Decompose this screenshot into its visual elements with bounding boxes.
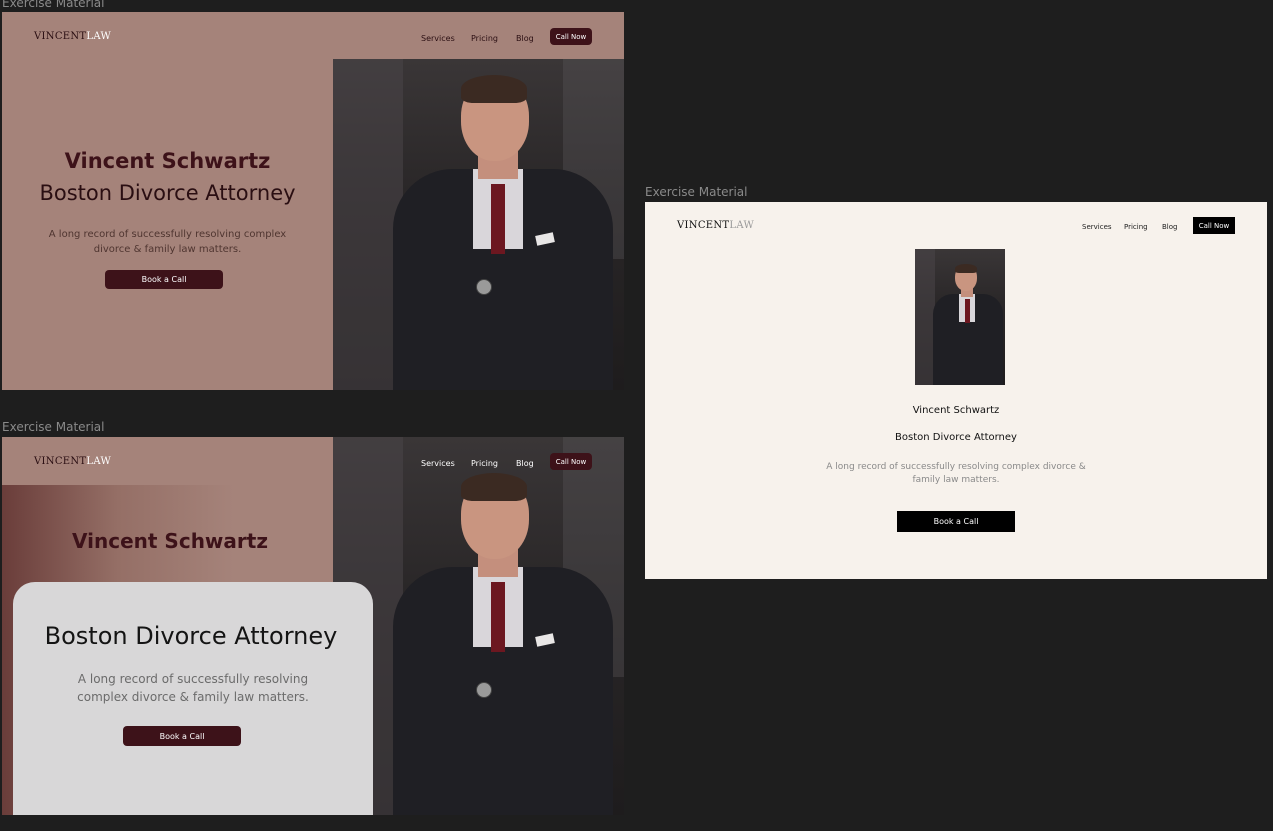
frame-hero-minimal: VINCENTLAW Services Pricing Blog Call No… (645, 202, 1267, 579)
hero-tagline-line: complex divorce & family law matters. (77, 690, 309, 704)
nav-blog[interactable]: Blog (1162, 223, 1177, 231)
logo[interactable]: VINCENTLAW (34, 456, 111, 467)
hero-title: Boston Divorce Attorney (39, 181, 296, 205)
hero-name: Vincent Schwartz (64, 149, 271, 173)
frame-hero-card: VINCENTLAW Services Pricing Blog Call No… (2, 437, 624, 815)
book-call-button[interactable]: Book a Call (105, 270, 223, 289)
call-now-button[interactable]: Call Now (550, 28, 592, 45)
book-call-button[interactable]: Book a Call (123, 726, 241, 746)
frame-label: Exercise Material (645, 185, 748, 199)
logo[interactable]: VINCENTLAW (677, 220, 754, 231)
frame-label: Exercise Material (2, 420, 105, 434)
logo-light: LAW (86, 31, 112, 42)
hero-tagline-line: A long record of successfully resolving (77, 672, 309, 686)
frame-hero-split: VINCENTLAW Services Pricing Blog Call No… (2, 12, 624, 390)
nav-pricing[interactable]: Pricing (471, 34, 498, 43)
nav-blog[interactable]: Blog (516, 34, 534, 43)
logo-bold: VINCENT (677, 220, 730, 231)
hero-tagline: A long record of successfully resolving … (645, 461, 1267, 487)
logo-bold: VINCENT (34, 456, 87, 467)
nav-blog[interactable]: Blog (516, 459, 534, 468)
attorney-photo (333, 59, 624, 390)
hero-tagline: A long record of successfully resolving … (13, 670, 373, 706)
hero-tagline-line: divorce & family law matters. (93, 244, 242, 255)
hero-name: Vincent Schwartz (72, 529, 268, 553)
hero-title: Boston Divorce Attorney (44, 622, 338, 650)
nav-pricing[interactable]: Pricing (471, 459, 498, 468)
logo[interactable]: VINCENTLAW (34, 31, 111, 42)
hero-tagline-line: A long record of successfully resolving … (48, 229, 287, 240)
logo-light: LAW (86, 456, 112, 467)
nav-pricing[interactable]: Pricing (1124, 223, 1148, 231)
hero-tagline-line: A long record of successfully resolving … (826, 462, 1086, 472)
hero-tagline: A long record of successfully resolving … (2, 227, 333, 257)
hero-title: Boston Divorce Attorney (895, 432, 1017, 443)
hero-card: Boston Divorce Attorney A long record of… (13, 582, 373, 815)
hero-name: Vincent Schwartz (912, 405, 1000, 416)
attorney-photo (915, 249, 1005, 385)
attorney-photo (333, 437, 624, 815)
logo-light: LAW (729, 220, 755, 231)
call-now-button[interactable]: Call Now (1193, 217, 1235, 234)
nav-services[interactable]: Services (1082, 223, 1112, 231)
nav-services[interactable]: Services (421, 34, 455, 43)
call-now-button[interactable]: Call Now (550, 453, 592, 470)
hero-tagline-line: family law matters. (912, 475, 1000, 485)
book-call-button[interactable]: Book a Call (897, 511, 1015, 532)
frame-label: Exercise Material (2, 0, 105, 10)
logo-bold: VINCENT (34, 31, 87, 42)
nav-services[interactable]: Services (421, 459, 455, 468)
